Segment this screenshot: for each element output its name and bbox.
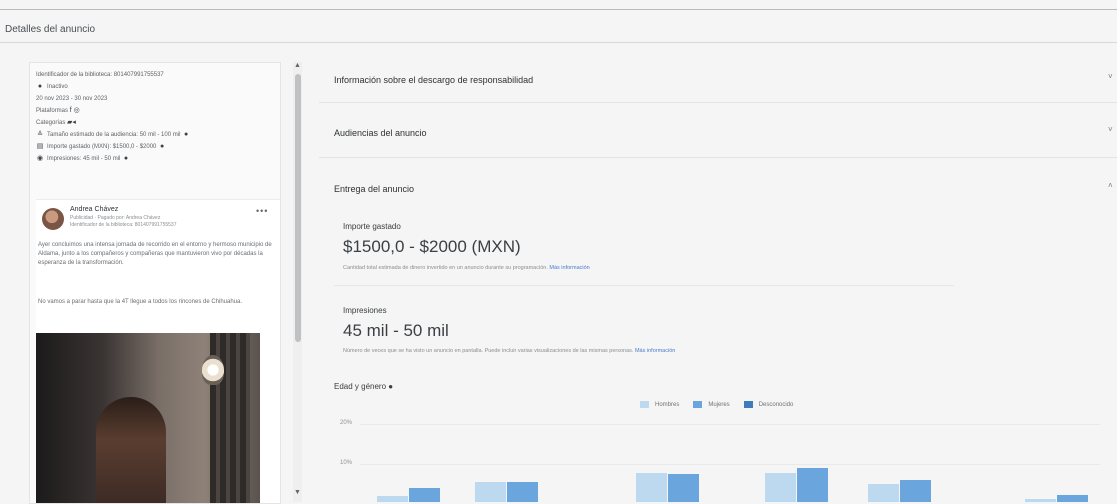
chevron-down-icon[interactable]: ˅ <box>1108 125 1113 134</box>
categories-label: Categorías <box>36 120 66 126</box>
bar-hombres[interactable] <box>377 496 408 502</box>
y-tick-10: 10% <box>340 460 353 466</box>
impressions-text: Impresiones: 45 mil - 50 mil <box>47 156 121 162</box>
impressions-row: ◉ Impresiones: 45 mil - 50 mil ● <box>36 153 276 165</box>
categories-row: Categorías ▰◂ <box>36 117 276 129</box>
scroll-up-icon[interactable]: ▲ <box>293 62 302 69</box>
card-divider <box>334 285 954 286</box>
legend-swatch-mujeres <box>693 401 703 408</box>
section-delivery[interactable]: Entrega del anuncio <box>334 184 414 194</box>
chevron-up-icon[interactable]: ˄ <box>1108 181 1113 190</box>
platforms-row: Plataformas f ◎ <box>36 105 276 117</box>
impressions-more-info-link[interactable]: Más información <box>635 348 675 354</box>
image-person <box>96 397 166 503</box>
post-text-secondary: No vamos a parar hasta que la 4T llegue … <box>38 299 243 305</box>
section-audiences[interactable]: Audiencias del anuncio <box>334 128 427 138</box>
audience-row: ≗ Tamaño estimado de la audiencia: 50 mil… <box>36 129 276 141</box>
legend-swatch-desconocido <box>743 401 753 408</box>
spent-more-info-link[interactable]: Más información <box>549 265 589 271</box>
bar-mujeres[interactable] <box>1057 495 1088 502</box>
audience-size: Tamaño estimado de la audiencia: 50 mil … <box>47 132 181 138</box>
money-icon: ▤ <box>36 143 44 150</box>
y-tick-20: 20% <box>340 420 353 426</box>
bar-mujeres[interactable] <box>900 480 931 502</box>
bar-hombres[interactable] <box>636 473 667 502</box>
library-id: Identificador de la biblioteca: 80140799… <box>36 72 164 78</box>
run-dates: 20 nov 2023 - 30 nov 2023 <box>36 96 108 102</box>
status-icon: ● <box>37 83 43 90</box>
legend-mujeres: Mujeres <box>708 401 730 408</box>
legend-hombres: Hombres <box>655 401 680 408</box>
avatar[interactable] <box>42 208 64 230</box>
legend-desconocido: Desconocido <box>758 401 794 408</box>
image-lamp <box>202 355 224 385</box>
spent-row: ▤ Importe gastado (MXN): $1500,0 - $2000 … <box>36 141 276 153</box>
eye-icon: ◉ <box>36 155 44 162</box>
bar-mujeres[interactable] <box>409 488 440 502</box>
chart-legend: Hombres Mujeres Desconocido <box>640 401 793 408</box>
platforms-label: Plataformas <box>36 108 69 114</box>
info-icon[interactable]: ● <box>122 153 130 165</box>
header-divider <box>0 42 1117 43</box>
info-icon[interactable]: ● <box>158 141 166 153</box>
section-disclaimer[interactable]: Información sobre el descargo de respons… <box>334 75 533 85</box>
top-border <box>0 9 1117 10</box>
bar-hombres[interactable] <box>765 473 796 502</box>
gridline <box>360 464 1100 465</box>
bar-hombres[interactable] <box>475 482 506 502</box>
ad-metadata: Identificador de la biblioteca: 80140799… <box>36 69 276 165</box>
spent-note: Cantidad total estimada de dinero invert… <box>343 265 590 271</box>
ad-preview-panel[interactable]: Identificador de la biblioteca: 80140799… <box>29 62 281 504</box>
info-icon[interactable]: ● <box>388 382 393 391</box>
sponsored-label: Publicidad · Pagado por: Andrea Chávez <box>70 215 161 221</box>
amount-spent: Importe gastado (MXN): $1500,0 - $2000 <box>47 144 157 150</box>
people-icon: ≗ <box>37 131 43 138</box>
megaphone-icon: ▰◂ <box>67 119 76 126</box>
author-name[interactable]: Andrea Chávez <box>70 206 118 213</box>
facebook-instagram-icon: f ◎ <box>69 107 80 114</box>
spent-label: Importe gastado <box>343 222 401 231</box>
chevron-down-icon[interactable]: ˅ <box>1108 72 1113 81</box>
legend-swatch-hombres <box>640 401 649 408</box>
impressions-note: Número de veces que se ha visto un anunc… <box>343 348 675 354</box>
scroll-thumb[interactable] <box>295 74 301 342</box>
ad-post-card: Andrea Chávez Publicidad · Pagado por: A… <box>36 199 280 503</box>
post-image <box>36 333 260 503</box>
age-gender-text: Edad y género <box>334 382 387 391</box>
more-options-icon[interactable]: ••• <box>256 206 268 216</box>
section-divider <box>319 157 1117 158</box>
impressions-value: 45 mil - 50 mil <box>343 321 449 340</box>
bar-mujeres[interactable] <box>797 468 828 502</box>
post-text: Ayer concluimos una intensa jornada de r… <box>38 242 272 266</box>
spent-note-text: Cantidad total estimada de dinero invert… <box>343 265 548 271</box>
post-library-id: Identificador de la biblioteca: 80140799… <box>70 222 177 228</box>
impressions-note-text: Número de veces que se ha visto un anunc… <box>343 348 634 354</box>
gridline <box>360 424 1100 425</box>
bar-mujeres[interactable] <box>507 482 538 502</box>
spent-value: $1500,0 - $2000 (MXN) <box>343 237 521 256</box>
info-icon[interactable]: ● <box>182 129 190 141</box>
bar-mujeres[interactable] <box>668 474 699 502</box>
section-divider <box>319 102 1117 103</box>
status-row: ● Inactivo <box>36 81 276 93</box>
page-title: Detalles del anuncio <box>5 24 96 35</box>
scrollbar[interactable]: ▲ ▼ <box>293 62 302 502</box>
scroll-down-icon[interactable]: ▼ <box>293 489 302 496</box>
status-text: Inactivo <box>47 84 68 90</box>
bar-hombres[interactable] <box>868 484 899 502</box>
age-gender-label: Edad y género ● <box>334 382 393 391</box>
impressions-label: Impresiones <box>343 306 387 315</box>
